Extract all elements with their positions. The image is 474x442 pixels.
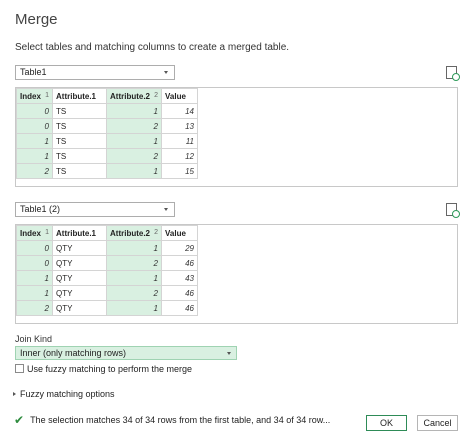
file-refresh-icon[interactable] (446, 203, 460, 218)
cell-index: 0 (16, 240, 53, 256)
cell-value: 46 (161, 285, 198, 301)
cell-index: 0 (16, 118, 53, 134)
column-header-value[interactable]: Value (161, 225, 198, 241)
column-order-badge: 1 (45, 91, 49, 99)
cell-attribute-2: 1 (106, 133, 162, 149)
fuzzy-matching-checkbox[interactable] (15, 364, 24, 373)
join-kind-value: Inner (only matching rows) (20, 348, 127, 358)
cell-value: 11 (161, 133, 198, 149)
cell-attribute-1: TS (52, 133, 107, 149)
fuzzy-options-expander[interactable]: Fuzzy matching options (13, 389, 115, 399)
cell-attribute-2: 2 (106, 118, 162, 134)
table-row: 2 QTY 1 46 (16, 300, 198, 316)
cell-attribute-1: QTY (52, 285, 107, 301)
cell-value: 46 (161, 300, 198, 316)
match-status: ✔ The selection matches 34 of 34 rows fro… (14, 413, 330, 427)
cell-attribute-1: TS (52, 118, 107, 134)
cell-index: 0 (16, 103, 53, 119)
column-order-badge: 2 (154, 228, 158, 236)
cell-attribute-1: QTY (52, 255, 107, 271)
cell-index: 1 (16, 133, 53, 149)
chevron-down-icon (227, 352, 231, 355)
cell-value: 46 (161, 255, 198, 271)
table-row: 1 QTY 2 46 (16, 285, 198, 301)
cell-value: 13 (161, 118, 198, 134)
file-refresh-icon[interactable] (446, 66, 460, 81)
table-row: 2 TS 1 15 (16, 163, 198, 179)
cancel-button[interactable]: Cancel (417, 415, 458, 431)
column-header-attribute-1[interactable]: Attribute.1 (52, 88, 107, 104)
fuzzy-options-label: Fuzzy matching options (20, 389, 115, 399)
cell-attribute-2: 2 (106, 285, 162, 301)
fuzzy-matching-label[interactable]: Use fuzzy matching to perform the merge (27, 364, 192, 374)
table1-grid: Index 1 Attribute.1 Attribute.2 2 Value 0 … (16, 88, 198, 179)
cell-index: 1 (16, 285, 53, 301)
cell-value: 43 (161, 270, 198, 286)
cell-value: 12 (161, 148, 198, 164)
ok-button[interactable]: OK (366, 415, 407, 431)
table-row: 1 TS 2 12 (16, 148, 198, 164)
chevron-down-icon (164, 71, 168, 74)
table2-dropdown[interactable]: Table1 (2) (15, 202, 175, 217)
cell-index: 0 (16, 255, 53, 271)
chevron-right-icon (13, 392, 16, 396)
table1-preview: Index 1 Attribute.1 Attribute.2 2 Value 0 … (15, 87, 458, 187)
table2-preview: Index 1 Attribute.1 Attribute.2 2 Value 0 … (15, 224, 458, 324)
cell-index: 1 (16, 148, 53, 164)
dialog-title: Merge (15, 11, 58, 28)
table2-grid: Index 1 Attribute.1 Attribute.2 2 Value 0 … (16, 225, 198, 316)
check-icon: ✔ (14, 413, 25, 427)
cell-attribute-1: TS (52, 163, 107, 179)
join-kind-label: Join Kind (15, 334, 53, 344)
column-header-value[interactable]: Value (161, 88, 198, 104)
table-row: 0 TS 1 14 (16, 103, 198, 119)
table-row: 0 TS 2 13 (16, 118, 198, 134)
cell-value: 14 (161, 103, 198, 119)
cell-attribute-1: QTY (52, 270, 107, 286)
cell-attribute-2: 1 (106, 300, 162, 316)
column-header-attribute-2[interactable]: Attribute.2 2 (106, 88, 162, 104)
cell-index: 2 (16, 163, 53, 179)
column-header-index[interactable]: Index 1 (16, 225, 53, 241)
chevron-down-icon (164, 208, 168, 211)
table1-dropdown[interactable]: Table1 (15, 65, 175, 80)
cell-attribute-1: QTY (52, 240, 107, 256)
table-row: 0 QTY 2 46 (16, 255, 198, 271)
cell-attribute-2: 2 (106, 255, 162, 271)
table-header-row: Index 1 Attribute.1 Attribute.2 2 Value (16, 88, 198, 104)
cell-attribute-1: TS (52, 103, 107, 119)
table2-dropdown-value: Table1 (2) (20, 204, 61, 214)
column-header-attribute-2[interactable]: Attribute.2 2 (106, 225, 162, 241)
table-row: 1 QTY 1 43 (16, 270, 198, 286)
dialog-subtitle: Select tables and matching columns to cr… (15, 42, 290, 53)
table1-dropdown-value: Table1 (20, 67, 47, 77)
column-order-badge: 1 (45, 228, 49, 236)
column-order-badge: 2 (154, 91, 158, 99)
cell-attribute-2: 1 (106, 163, 162, 179)
cell-attribute-1: TS (52, 148, 107, 164)
cell-value: 29 (161, 240, 198, 256)
column-header-attribute-1[interactable]: Attribute.1 (52, 225, 107, 241)
cell-attribute-1: QTY (52, 300, 107, 316)
cell-value: 15 (161, 163, 198, 179)
cell-index: 2 (16, 300, 53, 316)
match-status-text: The selection matches 34 of 34 rows from… (30, 415, 331, 425)
cell-attribute-2: 1 (106, 270, 162, 286)
cell-attribute-2: 1 (106, 240, 162, 256)
cell-attribute-2: 2 (106, 148, 162, 164)
cell-index: 1 (16, 270, 53, 286)
table-row: 0 QTY 1 29 (16, 240, 198, 256)
table-header-row: Index 1 Attribute.1 Attribute.2 2 Value (16, 225, 198, 241)
column-header-index[interactable]: Index 1 (16, 88, 53, 104)
table-row: 1 TS 1 11 (16, 133, 198, 149)
join-kind-dropdown[interactable]: Inner (only matching rows) (15, 346, 237, 360)
cell-attribute-2: 1 (106, 103, 162, 119)
